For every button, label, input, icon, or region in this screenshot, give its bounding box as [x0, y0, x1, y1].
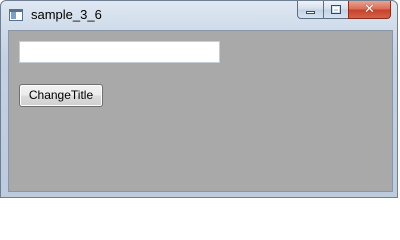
client-area: ChangeTitle	[8, 30, 393, 192]
app-window-icon[interactable]	[9, 9, 23, 21]
title-bar[interactable]: sample_3_6 ✕	[1, 1, 397, 29]
maximize-button[interactable]	[323, 1, 348, 19]
window-title: sample_3_6	[31, 7, 102, 22]
change-title-button[interactable]: ChangeTitle	[19, 84, 103, 107]
close-icon: ✕	[364, 2, 375, 17]
title-text-input[interactable]	[19, 41, 220, 63]
caption-buttons: ✕	[297, 1, 391, 21]
minimize-icon	[306, 11, 315, 14]
maximize-icon	[331, 5, 341, 14]
app-window: sample_3_6 ✕ ChangeTitle	[0, 0, 398, 198]
close-button[interactable]: ✕	[348, 1, 391, 19]
minimize-button[interactable]	[297, 1, 323, 19]
